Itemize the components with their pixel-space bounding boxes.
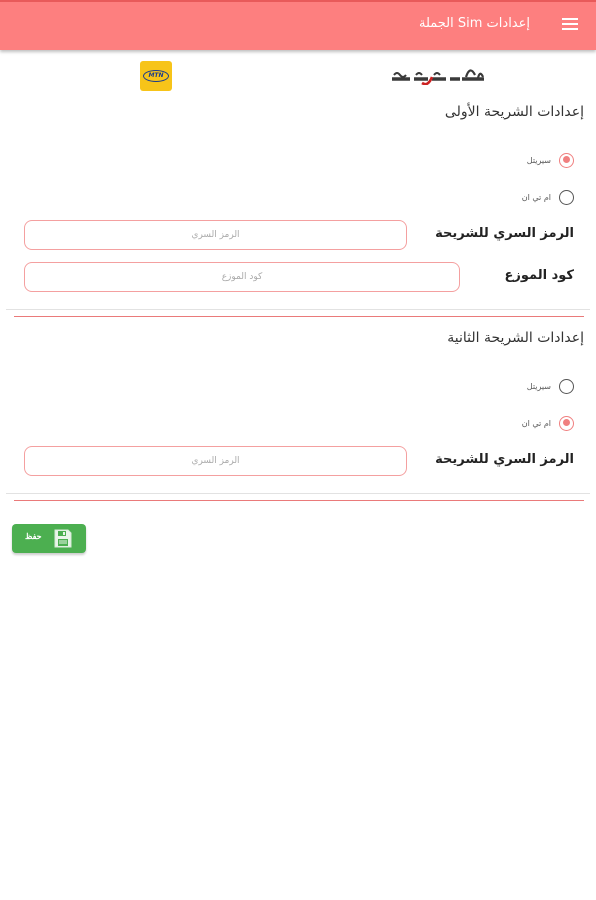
second-sim-option-syriatel[interactable]: سيريتل (527, 377, 574, 395)
hamburger-menu-icon[interactable] (562, 18, 578, 32)
distributor-code-label: كود الموزع (504, 268, 574, 283)
syriatel-logo (388, 63, 496, 86)
first-sim-pin-label: الرمز السري للشريحة (435, 226, 574, 241)
first-sim-option-mtn-label: ام تي ان (521, 192, 551, 202)
app-bar: إعدادات Sim الجملة (0, 0, 596, 50)
floppy-disk-icon (54, 529, 72, 548)
section-divider (14, 500, 584, 501)
first-sim-option-mtn[interactable]: ام تي ان (522, 188, 574, 206)
second-sim-option-syriatel-label: سيريتل (526, 381, 551, 391)
save-button-label: حفظ (25, 532, 42, 541)
divider (6, 493, 590, 494)
app-bar-title: إعدادات Sim الجملة (419, 16, 530, 31)
section-divider (14, 316, 584, 317)
second-sim-pin-label: الرمز السري للشريحة (435, 452, 574, 467)
second-sim-radio-syriatel[interactable] (559, 378, 574, 394)
mtn-logo-text: MTN (143, 70, 169, 82)
second-sim-radio-mtn[interactable] (559, 415, 574, 431)
save-button[interactable]: حفظ (12, 524, 86, 553)
second-sim-pin-input[interactable] (24, 446, 407, 476)
mtn-logo: MTN (140, 61, 172, 91)
second-sim-heading: إعدادات الشريحة الثانية (447, 330, 584, 346)
first-sim-pin-input[interactable] (24, 220, 407, 250)
distributor-code-input[interactable] (24, 262, 460, 292)
first-sim-heading: إعدادات الشريحة الأولى (444, 104, 584, 120)
divider (6, 309, 590, 310)
first-sim-option-syriatel-label: سيريتل (526, 155, 551, 165)
first-sim-radio-mtn[interactable] (559, 189, 574, 205)
first-sim-radio-syriatel[interactable] (559, 152, 574, 168)
first-sim-option-syriatel[interactable]: سيريتل (527, 151, 574, 169)
second-sim-option-mtn[interactable]: ام تي ان (522, 414, 574, 432)
second-sim-option-mtn-label: ام تي ان (521, 418, 551, 428)
